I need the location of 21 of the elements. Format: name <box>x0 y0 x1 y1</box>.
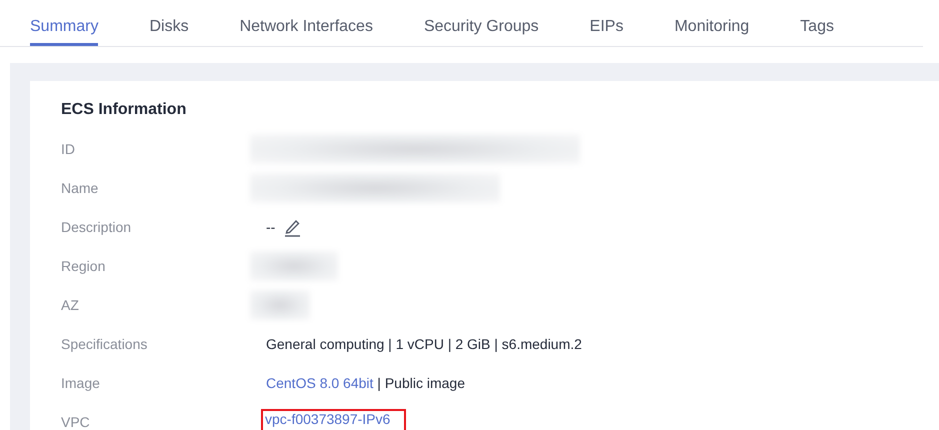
field-value: | Public image <box>376 374 465 390</box>
vpc-link[interactable]: vpc-f00373897-IPv6 <box>263 410 404 430</box>
field-label: VPC <box>61 414 91 430</box>
tab[interactable]: EIPs <box>590 0 624 46</box>
image-link[interactable]: CentOS 8.0 64bit <box>266 374 374 390</box>
tab[interactable]: Disks <box>149 0 189 46</box>
tab[interactable]: Tags <box>800 0 834 46</box>
field-label: Region <box>61 258 106 274</box>
section-title: ECS Information <box>61 101 188 119</box>
field-label: Image <box>61 374 101 390</box>
field-label: ID <box>61 140 76 156</box>
field-label: Specifications <box>61 336 148 352</box>
tab[interactable]: Summary <box>30 0 98 46</box>
field-label: Description <box>61 218 132 234</box>
tab[interactable]: Network Interfaces <box>240 0 373 46</box>
tab[interactable]: Monitoring <box>674 0 750 46</box>
field-value: General computing | 1 vCPU | 2 GiB | s6.medium.2 <box>266 336 582 352</box>
description-value: -- <box>266 218 276 234</box>
tab[interactable]: Security Groups <box>424 0 539 46</box>
field-label: Name <box>61 180 100 196</box>
field-label: AZ <box>61 296 80 312</box>
